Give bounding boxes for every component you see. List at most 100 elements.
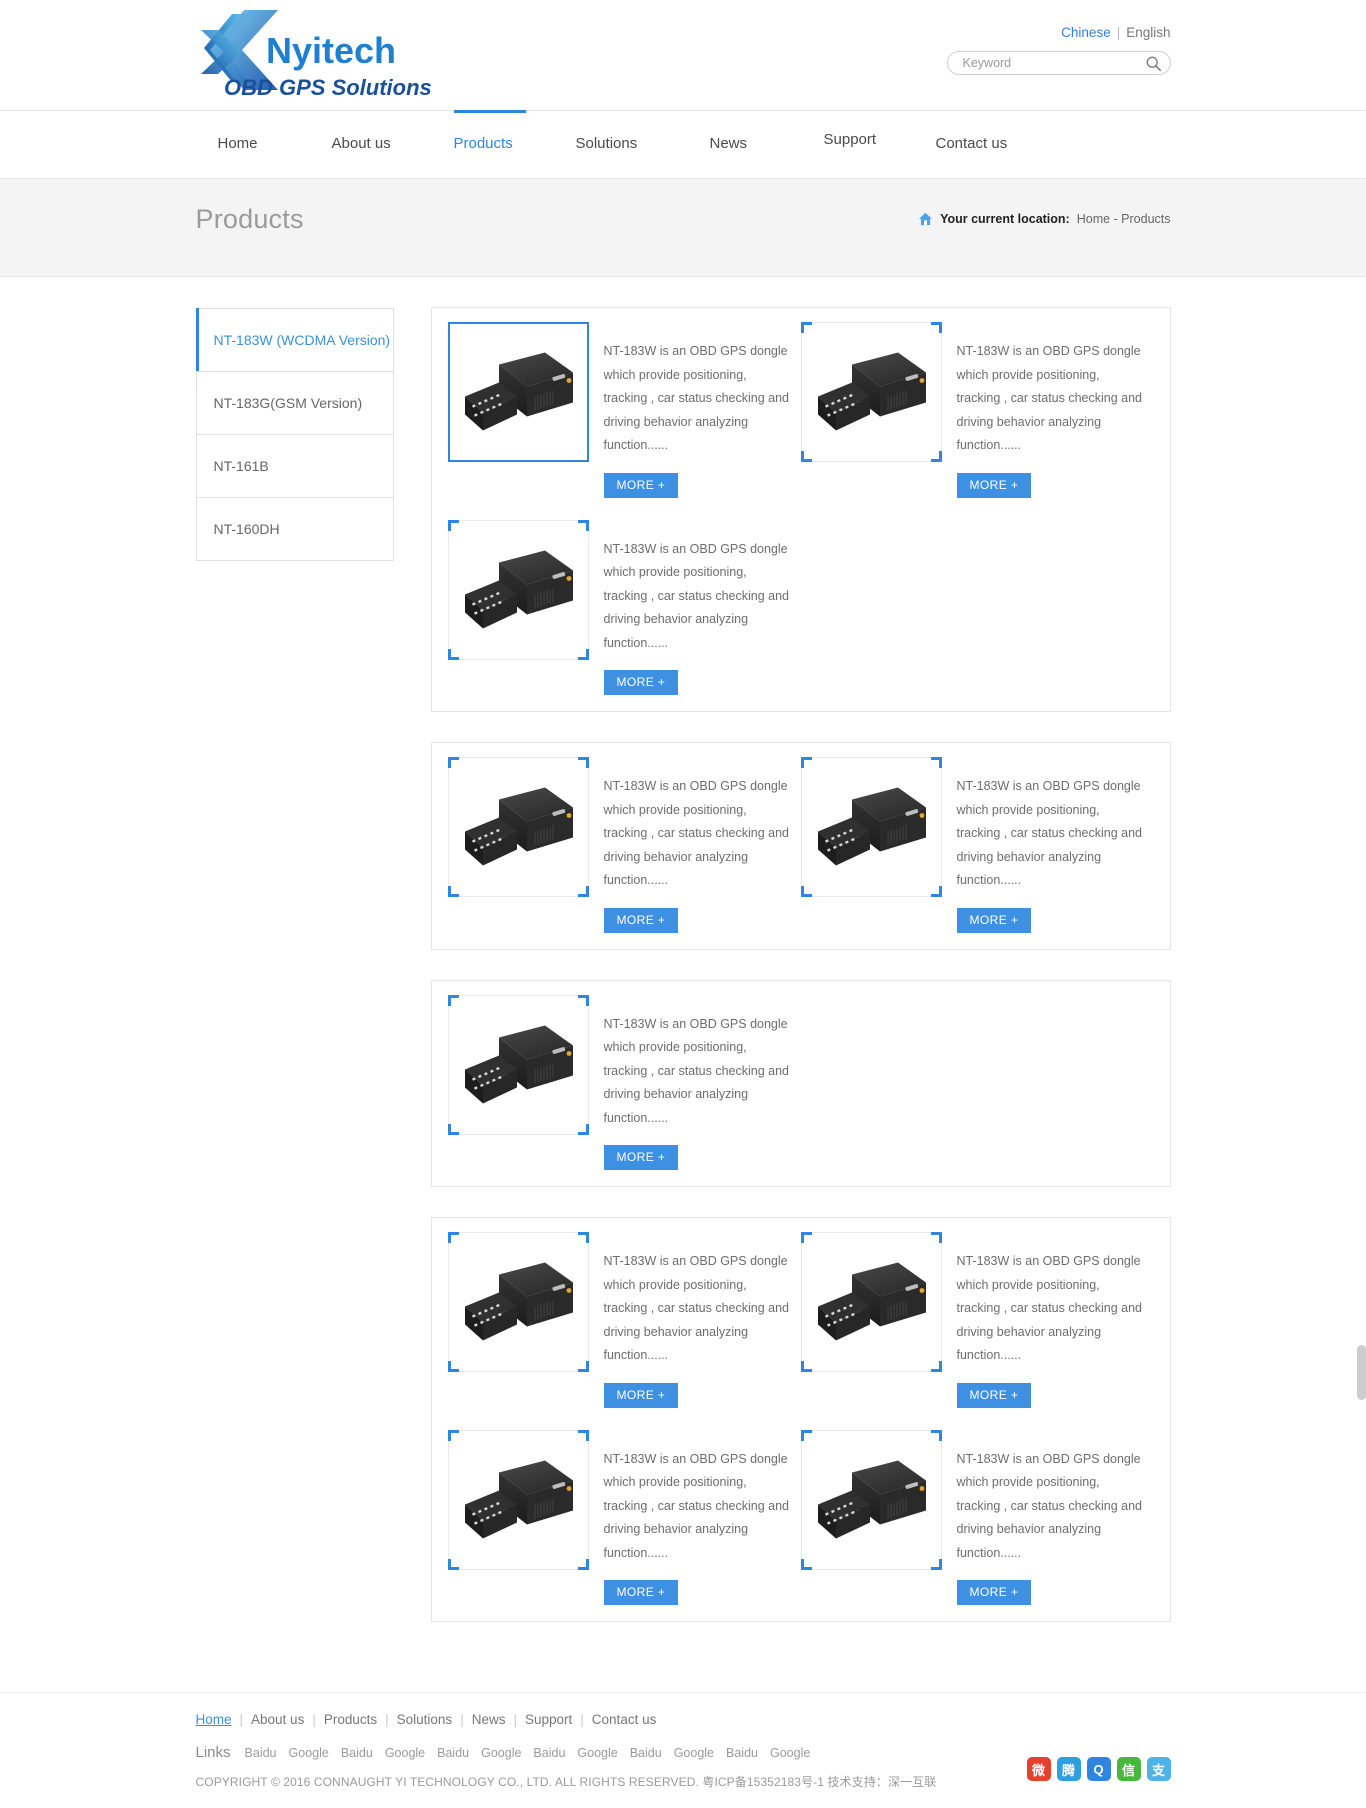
corner-bracket-icon: [578, 757, 589, 768]
corner-bracket-icon: [448, 757, 459, 768]
sidebar-item-nt-160dh[interactable]: NT-160DH: [196, 497, 394, 561]
more-button[interactable]: MORE +: [604, 1145, 679, 1170]
nav-item-news[interactable]: News: [710, 135, 748, 152]
product-card[interactable]: NT-183W is an OBD GPS dongle which provi…: [448, 757, 801, 933]
corner-bracket-icon: [578, 1430, 589, 1441]
product-card[interactable]: NT-183W is an OBD GPS dongle which provi…: [801, 1232, 1154, 1408]
product-grid: NT-183W is an OBD GPS dongle which provi…: [431, 307, 1171, 1652]
more-button[interactable]: MORE +: [604, 670, 679, 695]
sidebar-item-nt-183w[interactable]: NT-183W (WCDMA Version): [196, 308, 394, 372]
product-card[interactable]: NT-183W is an OBD GPS dongle which provi…: [801, 1430, 1154, 1606]
search-icon[interactable]: [1145, 55, 1162, 72]
nav-item-products[interactable]: Products: [454, 135, 513, 152]
sidebar-item-nt-183g[interactable]: NT-183G(GSM Version): [196, 371, 394, 435]
more-button[interactable]: MORE +: [957, 1580, 1032, 1605]
product-thumbnail[interactable]: [448, 520, 589, 660]
product-card[interactable]: NT-183W is an OBD GPS dongle which provi…: [801, 322, 1154, 498]
sidebar-item-nt-161b[interactable]: NT-161B: [196, 434, 394, 498]
footer-link-about-us[interactable]: About us: [251, 1712, 304, 1727]
tencent-weibo-icon[interactable]: 腾: [1057, 1757, 1081, 1781]
product-description: NT-183W is an OBD GPS dongle which provi…: [604, 538, 793, 656]
corner-bracket-icon: [448, 1361, 459, 1372]
obd-gps-dongle-icon: [459, 542, 577, 637]
product-thumbnail[interactable]: [801, 1232, 942, 1372]
product-thumbnail[interactable]: [448, 1430, 589, 1570]
more-button[interactable]: MORE +: [604, 1383, 679, 1408]
more-button[interactable]: MORE +: [957, 1383, 1032, 1408]
search-box[interactable]: [947, 51, 1171, 75]
product-description: NT-183W is an OBD GPS dongle which provi…: [604, 1250, 793, 1368]
corner-bracket-icon: [578, 1124, 589, 1135]
friendly-link-baidu-8[interactable]: Baidu: [630, 1746, 662, 1760]
product-thumbnail[interactable]: [448, 1232, 589, 1372]
search-input[interactable]: [961, 52, 1136, 74]
product-thumbnail[interactable]: [801, 757, 942, 897]
more-button[interactable]: MORE +: [604, 473, 679, 498]
nav-item-home[interactable]: Home: [218, 135, 258, 152]
active-tab-indicator: [454, 110, 526, 113]
friendly-link-baidu-10[interactable]: Baidu: [726, 1746, 758, 1760]
product-card[interactable]: NT-183W is an OBD GPS dongle which provi…: [448, 1232, 801, 1408]
lang-english[interactable]: English: [1126, 25, 1170, 40]
site-logo[interactable]: Nyitech OBD GPS Solutions: [196, 8, 616, 103]
footer-nav: Home|About us|Products|Solutions|News|Su…: [196, 1712, 1171, 1727]
more-button[interactable]: MORE +: [604, 908, 679, 933]
product-card[interactable]: NT-183W is an OBD GPS dongle which provi…: [448, 1430, 801, 1606]
corner-bracket-icon: [801, 886, 812, 897]
product-description: NT-183W is an OBD GPS dongle which provi…: [957, 1448, 1146, 1566]
nav-item-solutions[interactable]: Solutions: [576, 135, 638, 152]
corner-bracket-icon: [578, 995, 589, 1006]
product-card[interactable]: NT-183W is an OBD GPS dongle which provi…: [448, 520, 801, 696]
product-row: NT-183W is an OBD GPS dongle which provi…: [431, 980, 1171, 1188]
product-thumbnail[interactable]: [801, 1430, 942, 1570]
lang-chinese[interactable]: Chinese: [1061, 25, 1111, 40]
product-description: NT-183W is an OBD GPS dongle which provi…: [957, 340, 1146, 458]
qq-icon[interactable]: Q: [1087, 1757, 1111, 1781]
wechat-icon[interactable]: 信: [1117, 1757, 1141, 1781]
more-button[interactable]: MORE +: [957, 473, 1032, 498]
footer-link-support[interactable]: Support: [525, 1712, 572, 1727]
scrollbar-thumb[interactable]: [1357, 1345, 1366, 1400]
corner-bracket-icon: [801, 1361, 812, 1372]
product-thumbnail[interactable]: [448, 995, 589, 1135]
more-button[interactable]: MORE +: [604, 1580, 679, 1605]
copyright-text: COPYRIGHT © 2016 CONNAUGHT YI TECHNOLOGY…: [196, 1773, 1171, 1790]
product-card[interactable]: NT-183W is an OBD GPS dongle which provi…: [801, 757, 1154, 933]
friendly-link-google-11[interactable]: Google: [770, 1746, 810, 1760]
footer-link-home[interactable]: Home: [196, 1712, 232, 1727]
friendly-link-google-7[interactable]: Google: [577, 1746, 617, 1760]
alipay-icon[interactable]: 支: [1147, 1757, 1171, 1781]
friendly-link-baidu-0[interactable]: Baidu: [245, 1746, 277, 1760]
product-info: NT-183W is an OBD GPS dongle which provi…: [604, 1232, 801, 1408]
footer-link-news[interactable]: News: [472, 1712, 506, 1727]
obd-gps-dongle-icon: [459, 1017, 577, 1112]
nav-item-contact-us[interactable]: Contact us: [936, 135, 1008, 152]
weibo-icon[interactable]: 微: [1027, 1757, 1051, 1781]
product-thumbnail[interactable]: [801, 322, 942, 462]
product-card[interactable]: NT-183W is an OBD GPS dongle which provi…: [448, 995, 801, 1171]
friendly-link-google-5[interactable]: Google: [481, 1746, 521, 1760]
product-category-sidebar: NT-183W (WCDMA Version) NT-183G(GSM Vers…: [196, 307, 394, 561]
product-description: NT-183W is an OBD GPS dongle which provi…: [604, 1448, 793, 1566]
footer-link-solutions[interactable]: Solutions: [397, 1712, 453, 1727]
friendly-link-baidu-2[interactable]: Baidu: [341, 1746, 373, 1760]
footer-link-products[interactable]: Products: [324, 1712, 377, 1727]
more-button[interactable]: MORE +: [957, 908, 1032, 933]
social-icons: 微腾Q信支: [1027, 1757, 1171, 1781]
friendly-link-google-3[interactable]: Google: [385, 1746, 425, 1760]
footer-link-contact-us[interactable]: Contact us: [592, 1712, 657, 1727]
product-thumbnail[interactable]: [448, 757, 589, 897]
friendly-link-baidu-6[interactable]: Baidu: [533, 1746, 565, 1760]
product-description: NT-183W is an OBD GPS dongle which provi…: [604, 775, 793, 893]
nav-item-support[interactable]: Support: [824, 131, 877, 148]
friendly-link-google-9[interactable]: Google: [674, 1746, 714, 1760]
main-navigation: Home About us Products Solutions News Su…: [0, 110, 1366, 179]
product-thumbnail[interactable]: [448, 322, 589, 462]
corner-bracket-icon: [578, 1232, 589, 1243]
obd-gps-dongle-icon: [812, 345, 930, 440]
product-info: NT-183W is an OBD GPS dongle which provi…: [604, 1430, 801, 1606]
product-card[interactable]: NT-183W is an OBD GPS dongle which provi…: [448, 322, 801, 498]
friendly-link-google-1[interactable]: Google: [289, 1746, 329, 1760]
nav-item-about-us[interactable]: About us: [332, 135, 391, 152]
friendly-link-baidu-4[interactable]: Baidu: [437, 1746, 469, 1760]
